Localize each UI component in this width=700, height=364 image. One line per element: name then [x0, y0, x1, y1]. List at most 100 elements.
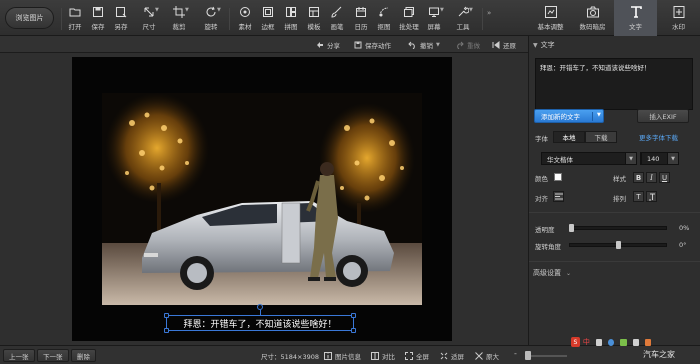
brush-button[interactable]: 画笔: [326, 5, 348, 33]
tab-basic-adjust[interactable]: 基本调整: [529, 0, 572, 36]
rotation-slider-thumb[interactable]: [615, 241, 621, 249]
image-info-label: 图片信息: [335, 352, 361, 361]
rotate-button[interactable]: 旋转 ▼: [200, 5, 222, 33]
restore-button[interactable]: 还原: [492, 39, 516, 50]
zoom-slider[interactable]: [527, 355, 567, 357]
batch-icon: [404, 7, 414, 17]
fit-screen-button[interactable]: 适屏: [440, 350, 464, 361]
tab-watermark[interactable]: 水印: [657, 0, 700, 36]
tab-darkroom[interactable]: 数码暗房: [571, 0, 614, 36]
previous-image-button[interactable]: 上一张: [3, 349, 35, 362]
zoom-out-icon[interactable]: -: [514, 349, 517, 358]
voice-icon: [620, 338, 627, 346]
border-button[interactable]: 边框: [257, 5, 279, 33]
tab-download-fonts[interactable]: 下载: [585, 131, 617, 143]
more-fonts-link[interactable]: 更多字体下载: [639, 132, 678, 142]
share-button[interactable]: 分享: [316, 39, 340, 50]
save-as-button[interactable]: 另存: [110, 5, 132, 33]
zoom-slider-thumb[interactable]: [525, 351, 531, 360]
chevron-down-icon[interactable]: ▼: [440, 7, 444, 13]
vertical-text-icon: [648, 193, 655, 200]
tools-icon: [458, 6, 469, 17]
rotation-value: 0°: [679, 241, 687, 249]
emoji-icon: [608, 338, 615, 346]
rotate-handle[interactable]: [257, 304, 263, 310]
material-button[interactable]: 素材: [234, 5, 256, 33]
resize-button[interactable]: 尺寸 ▼: [138, 5, 160, 33]
save-as-icon: [116, 7, 127, 18]
crop-button[interactable]: 裁剪 ▼: [168, 5, 190, 33]
resize-handle-top-left[interactable]: [164, 313, 169, 318]
restore-icon: [492, 40, 500, 49]
tab-local-fonts[interactable]: 本地: [553, 131, 585, 143]
tab-darkroom-label: 数码暗房: [579, 23, 606, 31]
add-text-button[interactable]: 添加新的文字 ▼: [534, 109, 604, 123]
chevron-down-icon[interactable]: ▼: [469, 7, 473, 13]
vertical-text-button[interactable]: [646, 191, 657, 202]
resize-handle-top-right[interactable]: [351, 313, 356, 318]
chevron-down-icon: ▼: [533, 41, 538, 49]
rotate-label: 旋转: [204, 23, 218, 31]
batch-button[interactable]: 批处理: [398, 5, 420, 33]
action-bar: 分享 保存动作 撤销 ▼ 重做 还原: [0, 36, 528, 53]
original-size-button[interactable]: 原大: [475, 350, 499, 361]
resize-handle-bottom-right[interactable]: [351, 328, 356, 333]
browse-images-button[interactable]: 浏览图片: [5, 7, 54, 29]
italic-button[interactable]: I: [646, 172, 657, 183]
undo-button[interactable]: 撤销 ▼: [408, 39, 440, 50]
material-icon: [240, 7, 250, 17]
tools-button[interactable]: 工具 ▼: [452, 5, 474, 33]
opacity-label: 透明度: [535, 226, 555, 234]
open-button[interactable]: 打开: [64, 5, 86, 33]
opacity-slider-thumb[interactable]: [569, 224, 574, 232]
save-action-label: 保存动作: [365, 41, 391, 50]
insert-exif-button[interactable]: 插入EXIF: [637, 109, 689, 123]
text-icon: [630, 6, 642, 18]
align-button[interactable]: [553, 191, 564, 202]
cutout-button[interactable]: 抠图: [373, 5, 395, 33]
chevron-down-icon[interactable]: ▼: [185, 7, 189, 13]
delete-button[interactable]: 删除: [71, 349, 96, 362]
chevron-down-icon: ▼: [667, 153, 678, 164]
font-size-select[interactable]: 140 ▼: [641, 152, 679, 165]
underline-button[interactable]: U: [659, 172, 670, 183]
redo-button[interactable]: 重做: [455, 39, 480, 50]
text-section-header[interactable]: ▼ 文字: [533, 40, 555, 50]
input-method-bar[interactable]: S 中: [571, 336, 651, 348]
save-button[interactable]: 保存: [87, 5, 109, 33]
save-action-button[interactable]: 保存动作: [354, 39, 391, 50]
info-icon: [324, 351, 332, 360]
horizontal-text-button[interactable]: T: [633, 191, 644, 202]
font-family-select[interactable]: 华文楷体 ▼: [541, 152, 637, 165]
color-swatch[interactable]: [554, 173, 562, 181]
image-info-button[interactable]: 图片信息: [324, 350, 361, 361]
tab-text[interactable]: 文字: [614, 0, 657, 36]
compare-button[interactable]: 对比: [371, 350, 395, 361]
screen-button[interactable]: 屏幕 ▼: [423, 5, 445, 33]
fullscreen-button[interactable]: 全屏: [405, 350, 429, 361]
calendar-button[interactable]: 日历: [350, 5, 372, 33]
toolbar-overflow-icon[interactable]: »: [487, 9, 491, 17]
bold-button[interactable]: B: [633, 172, 644, 183]
calendar-label: 日历: [354, 23, 368, 31]
chevron-down-icon[interactable]: ▼: [597, 112, 601, 118]
skin-icon: [644, 338, 651, 346]
text-overlay[interactable]: 拜恩：开错车了，不知道该说些啥好！: [166, 315, 354, 331]
next-image-button[interactable]: 下一张: [37, 349, 69, 362]
chevron-down-icon[interactable]: ▼: [436, 42, 440, 48]
restore-label: 还原: [503, 41, 516, 50]
fullscreen-label: 全屏: [416, 352, 429, 361]
text-input[interactable]: 拜恩：开错车了，不知道该说些啥好！: [535, 58, 693, 110]
template-icon: [309, 7, 319, 17]
rotation-label: 旋转角度: [535, 243, 561, 251]
opacity-slider[interactable]: [569, 226, 667, 230]
template-button[interactable]: 模板: [303, 5, 325, 33]
save-action-icon: [354, 41, 362, 48]
share-label: 分享: [327, 41, 340, 50]
chevron-down-icon[interactable]: ▼: [217, 7, 221, 13]
puzzle-button[interactable]: 拼图: [280, 5, 302, 33]
chevron-down-icon[interactable]: ▼: [155, 7, 159, 13]
editor-canvas[interactable]: 拜恩：开错车了，不知道该说些啥好！: [0, 53, 528, 345]
advanced-settings-header[interactable]: 高级设置 ⌄: [533, 268, 571, 278]
resize-handle-bottom-left[interactable]: [164, 328, 169, 333]
